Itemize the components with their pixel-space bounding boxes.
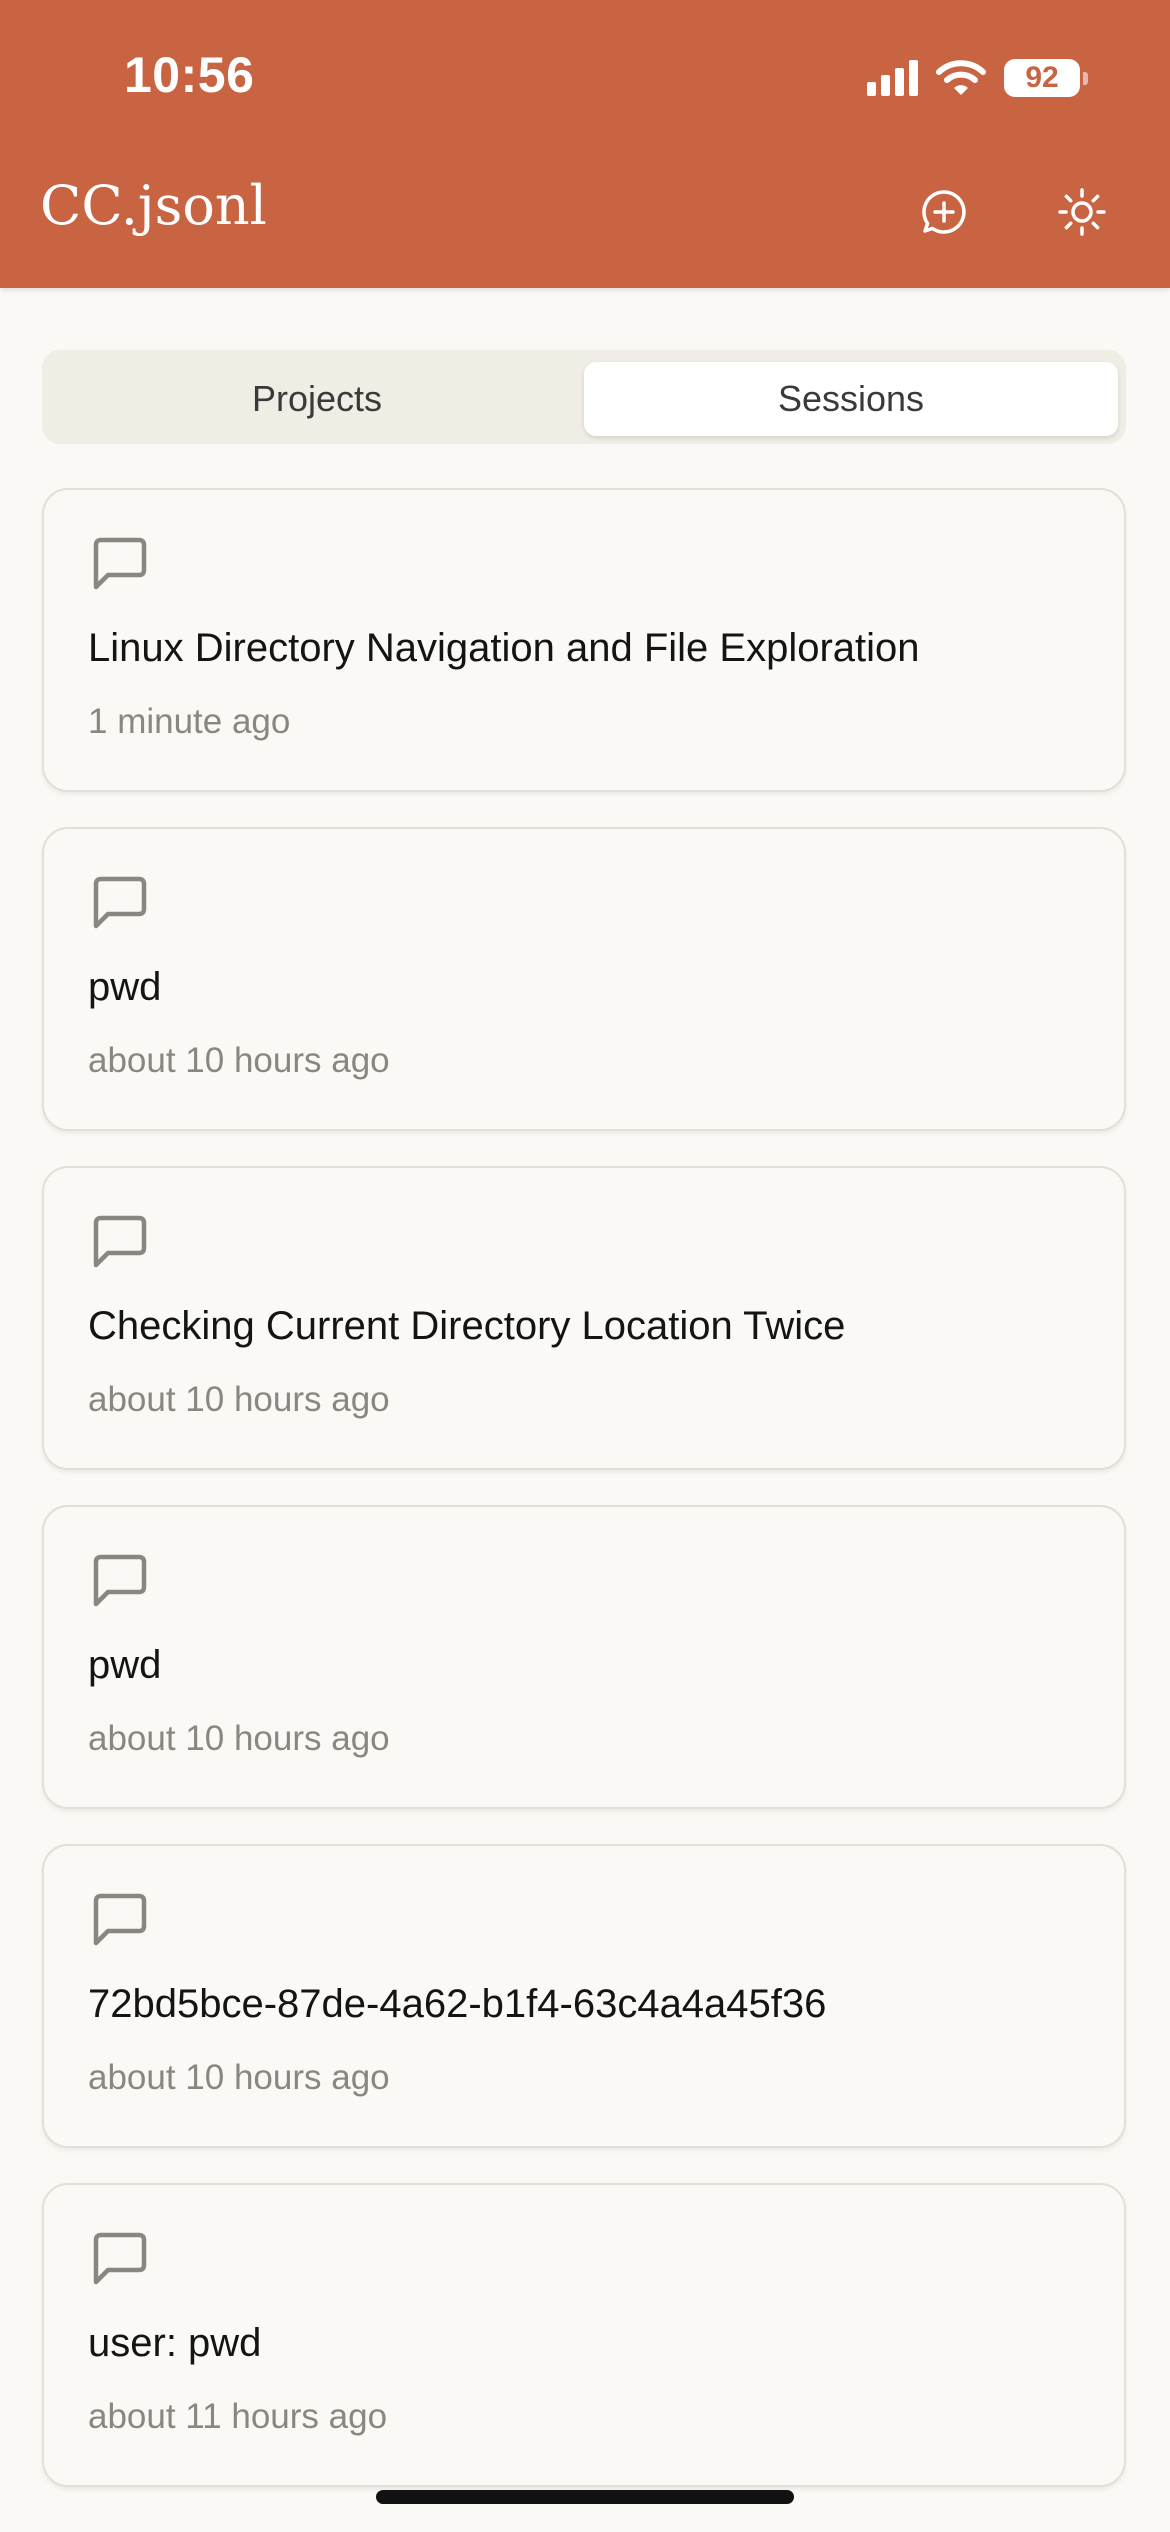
new-chat-icon <box>922 190 966 234</box>
session-card[interactable]: pwd about 10 hours ago <box>42 1505 1126 1809</box>
chat-bubble-icon <box>93 876 147 929</box>
session-card[interactable]: user: pwd about 11 hours ago <box>42 2183 1126 2487</box>
session-title: 72bd5bce-87de-4a62-b1f4-63c4a4a45f36 <box>88 1982 827 2026</box>
tab-projects[interactable]: Projects <box>50 362 584 436</box>
session-title: user: pwd <box>88 2321 262 2365</box>
app-header: 10:56 92 CC.jsonl <box>0 0 1170 288</box>
battery-level: 92 <box>1004 59 1080 97</box>
session-card[interactable]: Linux Directory Navigation and File Expl… <box>42 488 1126 792</box>
session-title: pwd <box>88 965 162 1009</box>
chat-bubble-icon <box>93 2232 147 2285</box>
cellular-signal-icon <box>867 60 918 96</box>
chat-bubble-icon <box>93 537 147 590</box>
status-time: 10:56 <box>124 47 255 103</box>
session-time: about 10 hours ago <box>88 1380 390 1419</box>
wifi-icon <box>936 60 986 95</box>
session-time: 1 minute ago <box>88 702 291 741</box>
session-time: about 10 hours ago <box>88 1041 390 1080</box>
chat-bubble-icon <box>93 1215 147 1268</box>
battery-icon: 92 <box>1004 59 1088 97</box>
home-indicator <box>376 2490 794 2504</box>
session-title: Checking Current Directory Location Twic… <box>88 1304 846 1348</box>
session-title: Linux Directory Navigation and File Expl… <box>88 626 920 670</box>
session-time: about 10 hours ago <box>88 2058 390 2097</box>
tab-sessions[interactable]: Sessions <box>584 362 1118 436</box>
view-segmented-control: Projects Sessions <box>42 350 1126 444</box>
chat-bubble-icon <box>93 1554 147 1607</box>
app-title: CC.jsonl <box>40 174 267 237</box>
session-title: pwd <box>88 1643 162 1687</box>
theme-toggle-button[interactable] <box>1052 182 1112 242</box>
status-icons: 92 <box>867 56 1088 100</box>
battery-tip <box>1083 71 1088 85</box>
session-card[interactable]: pwd about 10 hours ago <box>42 827 1126 1131</box>
session-card[interactable]: 72bd5bce-87de-4a62-b1f4-63c4a4a45f36 abo… <box>42 1844 1126 2148</box>
new-chat-button[interactable] <box>914 182 974 242</box>
session-card[interactable]: Checking Current Directory Location Twic… <box>42 1166 1126 1470</box>
session-time: about 11 hours ago <box>88 2397 388 2436</box>
session-time: about 10 hours ago <box>88 1719 390 1758</box>
sun-icon <box>1058 188 1106 236</box>
chat-bubble-icon <box>93 1893 147 1946</box>
